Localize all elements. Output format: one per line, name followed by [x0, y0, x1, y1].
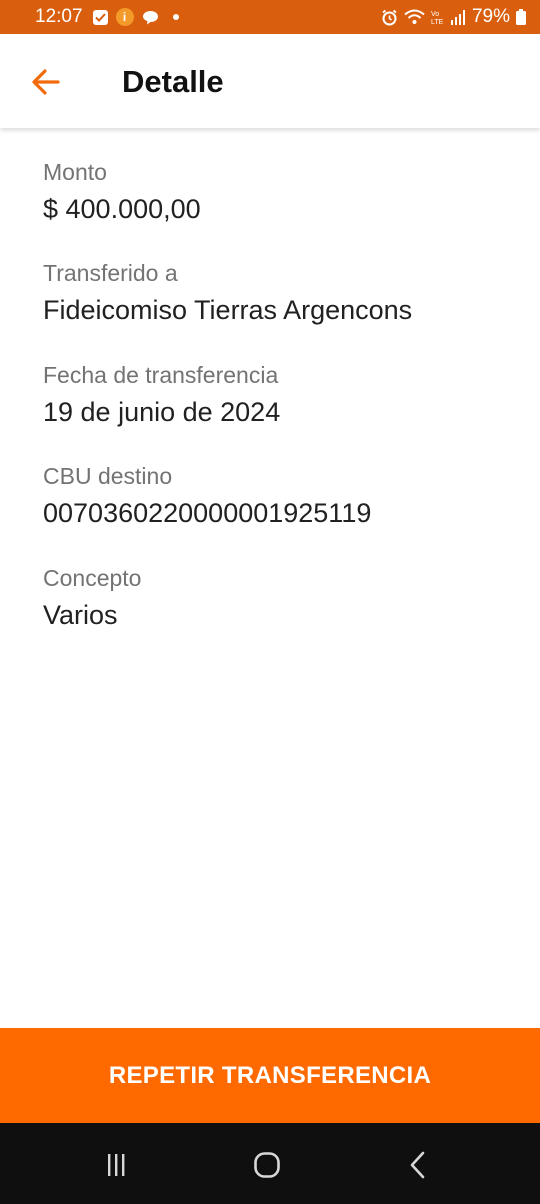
arrow-left-icon — [32, 69, 60, 95]
system-nav-bar — [0, 1123, 540, 1204]
wifi-icon — [404, 9, 425, 25]
status-right: Vo LTE 79% — [381, 6, 526, 28]
back-button[interactable] — [30, 66, 62, 98]
system-back-button[interactable] — [398, 1145, 438, 1185]
amount-value: $ 400.000,00 — [43, 194, 201, 224]
recent-apps-button[interactable] — [96, 1145, 136, 1185]
amount-label: Monto — [43, 159, 107, 185]
info-notification-icon: i — [115, 8, 134, 26]
concept-label: Concepto — [43, 565, 142, 591]
alarm-icon — [381, 9, 398, 26]
status-bar: 12:07 i Vo LTE 79% — [0, 0, 540, 34]
check-notification-icon — [92, 9, 108, 25]
concept-value: Varios — [43, 600, 118, 630]
repeat-transfer-button[interactable]: REPETIR TRANSFERENCIA — [0, 1028, 540, 1123]
status-time: 12:07 — [35, 6, 83, 27]
battery-percent: 79% — [471, 6, 510, 27]
recipient-value: Fideicomiso Tierras Argencons — [43, 295, 413, 325]
status-left: 12:07 i — [35, 6, 179, 28]
svg-text:LTE: LTE — [431, 19, 444, 25]
detail-date: Fecha de transferencia 19 de junio de 20… — [43, 361, 280, 429]
recipient-label: Transferido a — [43, 260, 178, 286]
date-value: 19 de junio de 2024 — [43, 397, 281, 427]
app-bar: Detalle — [0, 34, 540, 128]
recent-apps-icon — [108, 1154, 125, 1176]
back-nav-icon — [410, 1151, 425, 1179]
page-title: Detalle — [122, 64, 224, 99]
chat-notification-icon — [142, 10, 159, 25]
detail-recipient: Transferido a Fideicomiso Tierras Argenc… — [43, 259, 412, 327]
signal-icon — [450, 9, 466, 25]
volte-icon: Vo LTE — [431, 9, 445, 25]
cbu-label: CBU destino — [43, 463, 173, 489]
detail-cbu: CBU destino 0070360220000001925119 — [43, 462, 371, 530]
battery-icon — [516, 9, 526, 25]
date-label: Fecha de transferencia — [43, 362, 279, 388]
home-button[interactable] — [247, 1145, 287, 1185]
svg-text:Vo: Vo — [431, 11, 439, 18]
detail-concept: Concepto Varios — [43, 564, 141, 632]
detail-amount: Monto $ 400.000,00 — [43, 158, 201, 226]
dot-icon — [172, 14, 179, 20]
cbu-value: 0070360220000001925119 — [43, 498, 372, 528]
home-icon — [254, 1152, 280, 1178]
